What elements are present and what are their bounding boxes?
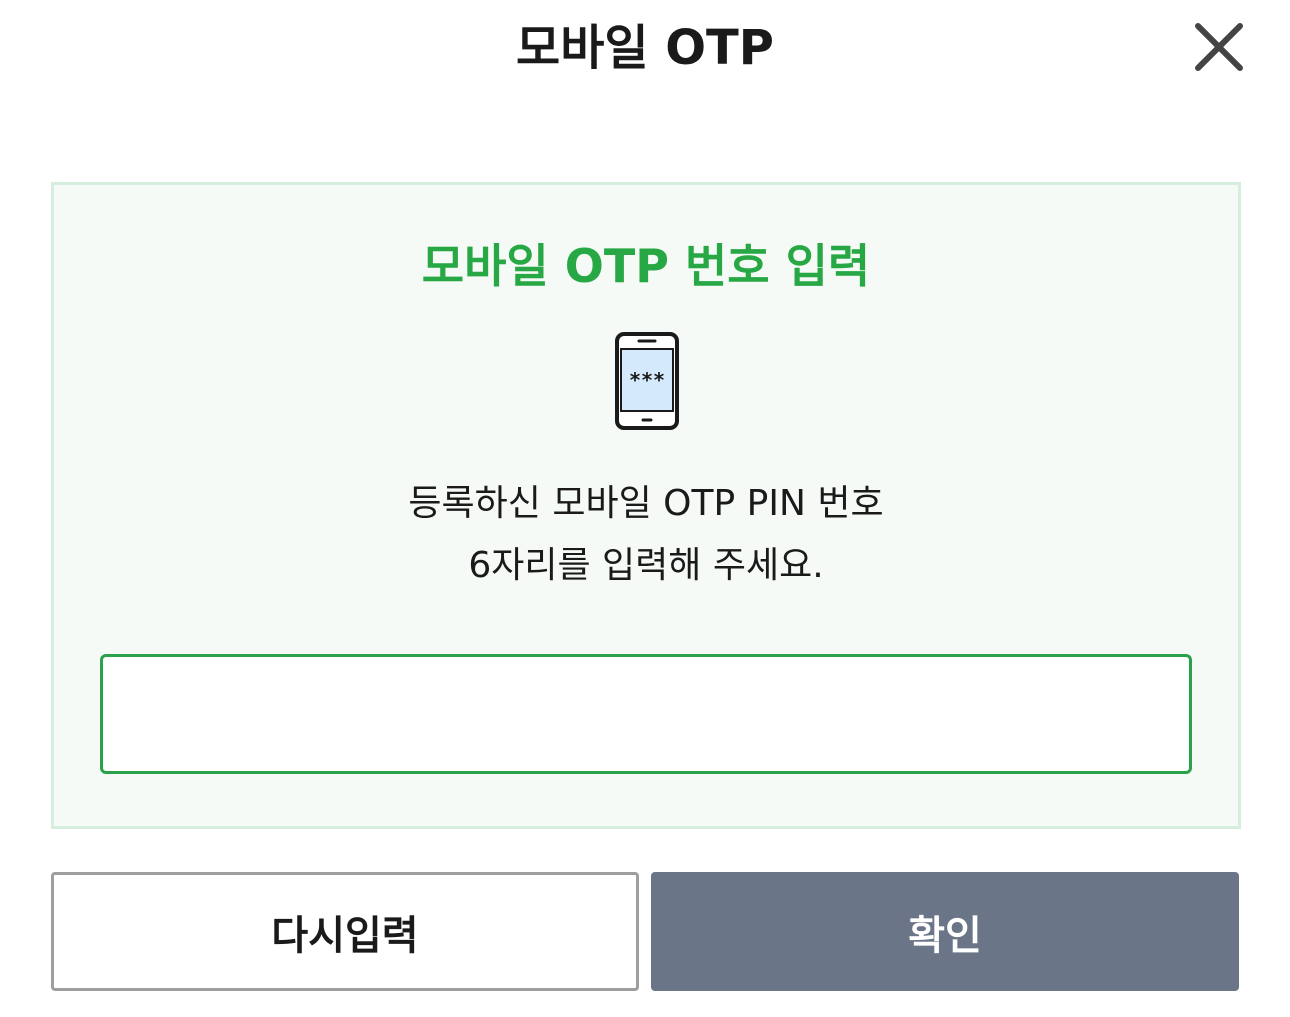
otp-input-panel: 모바일 OTP 번호 입력 *** 등록하신 모바일 OTP PIN 번호 6자… [51,182,1241,829]
otp-pin-input[interactable] [100,654,1192,774]
dialog-title: 모바일 OTP [516,20,774,76]
mobile-phone-icon: *** [615,332,679,430]
phone-screen-text: *** [629,368,665,392]
reset-button[interactable]: 다시입력 [51,872,639,991]
close-button[interactable] [1192,20,1246,74]
instruction-line-2: 6자리를 입력해 주세요. [468,545,824,586]
instruction-text: 등록하신 모바일 OTP PIN 번호 6자리를 입력해 주세요. [54,473,1238,597]
confirm-button[interactable]: 확인 [651,872,1239,991]
close-icon [1195,23,1243,71]
panel-title: 모바일 OTP 번호 입력 [421,239,871,293]
instruction-line-1: 등록하신 모바일 OTP PIN 번호 [408,483,884,524]
